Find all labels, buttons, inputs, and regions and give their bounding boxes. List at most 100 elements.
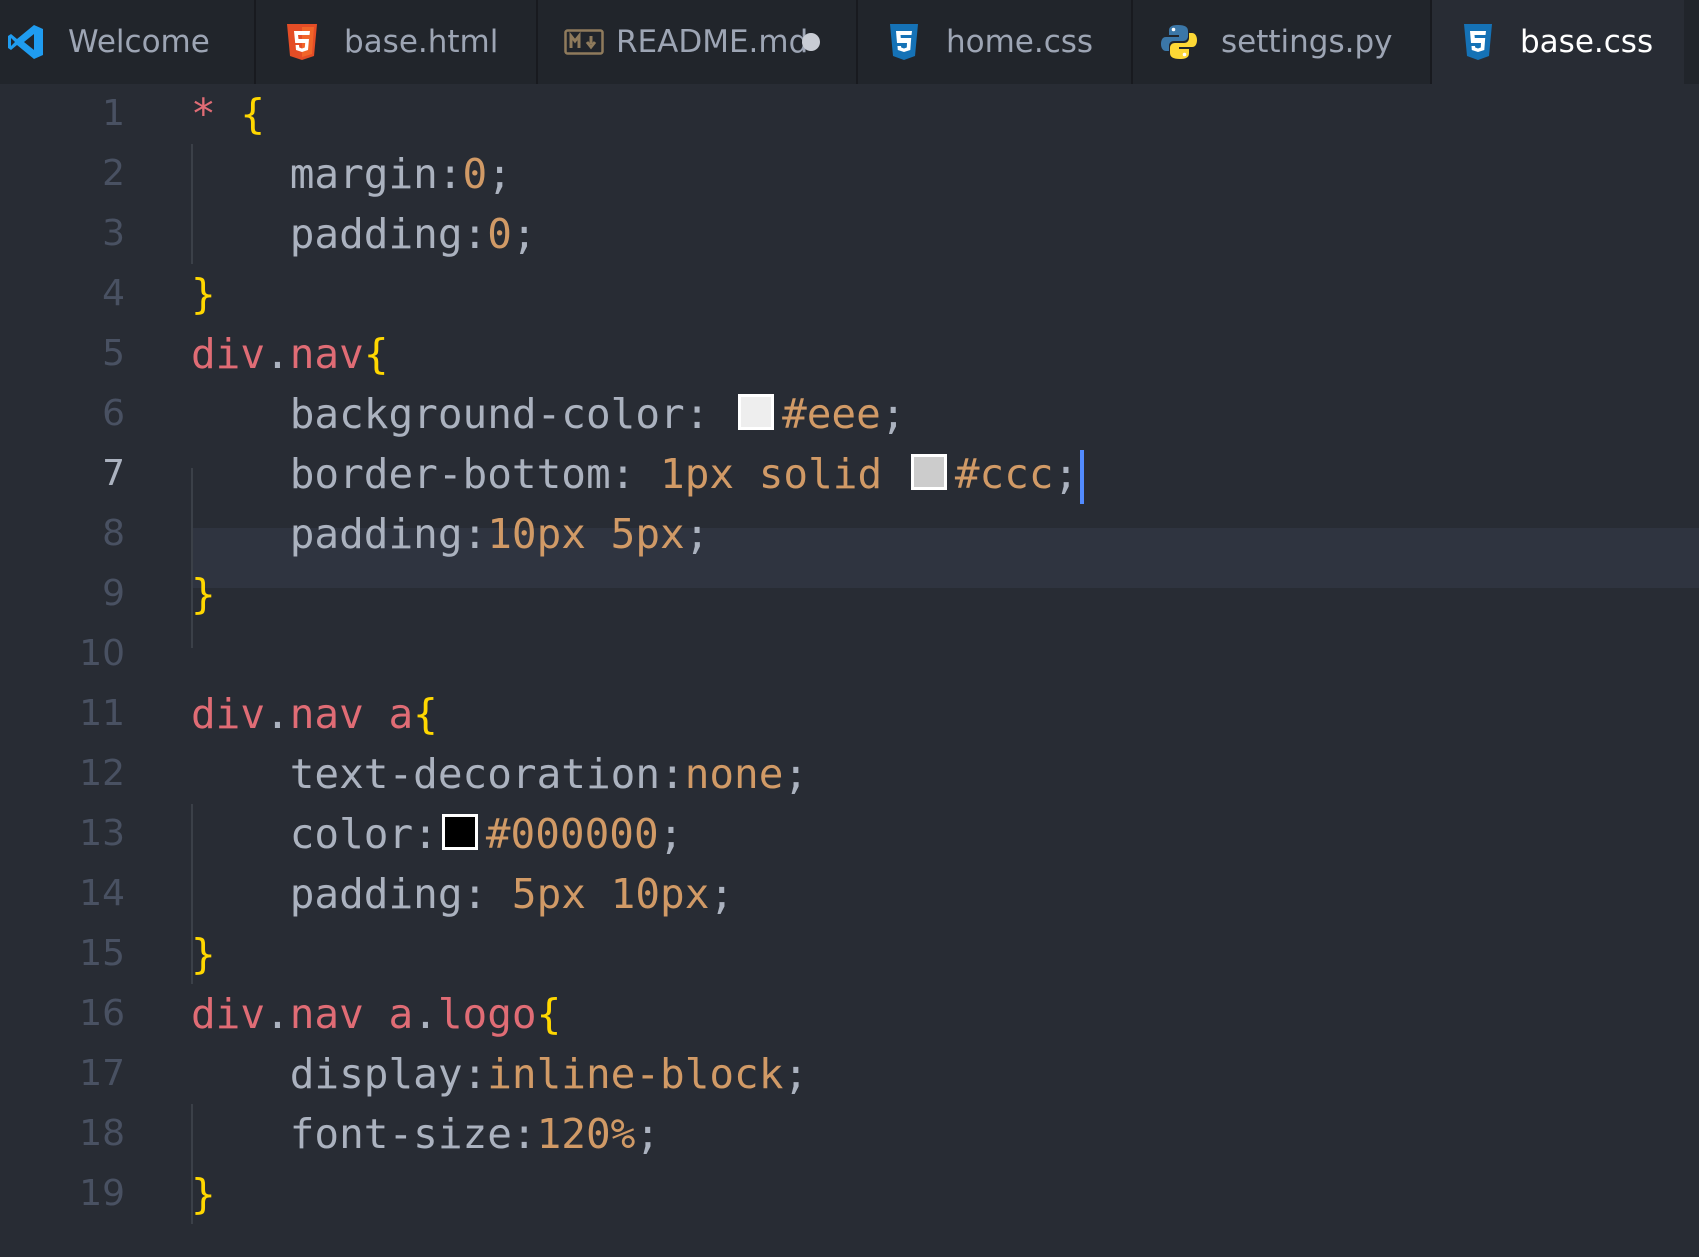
code-token: background-color [191,390,685,438]
line-number[interactable]: 1 [0,84,125,144]
line-number[interactable]: 3 [0,204,125,264]
line-number[interactable]: 5 [0,324,125,384]
code-line[interactable]: background-color: #eee; [191,384,906,444]
tab-label: Welcome [68,24,210,60]
tab-label: README.md [616,24,809,60]
code-token: none [684,750,784,798]
tab-bar: Welcome base.html README.md home.css set… [0,0,1699,84]
tab-base-html[interactable]: base.html [256,0,538,84]
color-swatch[interactable] [441,814,478,850]
code-line[interactable]: text-decoration:none; [191,744,808,804]
code-token: 0 [462,150,488,198]
code-line[interactable]: display:inline-block; [191,1044,808,1104]
line-number[interactable]: 10 [0,624,125,684]
code-line[interactable]: div.nav a.logo{ [191,984,561,1044]
line-number[interactable]: 7 [0,444,125,504]
code-line[interactable]: padding: 5px 10px; [191,864,734,924]
markdown-icon [564,22,604,62]
code-token: padding [191,210,463,258]
code-token: ; [880,390,906,438]
line-number[interactable]: 2 [0,144,125,204]
code-line[interactable]: div.nav a{ [191,684,438,744]
code-token: 0 [487,210,512,258]
color-swatch[interactable] [910,454,947,490]
line-number[interactable]: 14 [0,864,125,924]
line-number[interactable]: 16 [0,984,125,1044]
code-line[interactable]: } [191,1164,216,1224]
code-line[interactable]: div.nav{ [191,324,389,384]
text-cursor [1080,450,1085,504]
code-token: ; [511,210,537,258]
code-token: . [265,690,290,738]
line-number[interactable]: 15 [0,924,125,984]
code-token: color [191,810,414,858]
tab-readme-md[interactable]: README.md [538,0,858,84]
tab-base-css[interactable]: base.css [1432,0,1684,84]
code-token: div [191,690,266,738]
tab-settings-py[interactable]: settings.py [1133,0,1432,84]
code-token: text-decoration [191,750,660,798]
tab-label: base.html [344,24,499,60]
code-line[interactable]: font-size:120%; [191,1104,660,1164]
code-line[interactable]: } [191,264,216,324]
code-token: : [684,390,735,438]
line-number[interactable]: 4 [0,264,125,324]
css3-icon [1458,22,1498,62]
code-line[interactable]: } [191,924,216,984]
line-number[interactable]: 13 [0,804,125,864]
line-number[interactable]: 11 [0,684,125,744]
code-token: ; [658,810,684,858]
line-number[interactable]: 18 [0,1104,125,1164]
code-line[interactable]: border-bottom: 1px solid #ccc; [191,444,1085,504]
code-editor[interactable]: 1 * {2 margin:0; 3 padding:0; 4} 5 div.nav{6 … [0,84,1699,1257]
color-swatch[interactable] [738,394,775,430]
code-token: ; [709,870,735,918]
code-token: display [191,1050,463,1098]
code-line[interactable]: margin:0; [191,144,512,204]
code-token: ; [783,750,809,798]
code-token: #000000 [485,810,659,858]
line-number[interactable]: 19 [0,1164,125,1224]
vscode-icon [6,22,46,62]
python-icon [1159,22,1199,62]
code-token: . [265,330,290,378]
code-token: : [413,810,438,858]
code-token: #eee [782,390,881,438]
line-number[interactable]: 9 [0,564,125,624]
code-token: } [191,930,216,978]
code-token: . [265,990,290,1038]
code-token: 10px 5px [487,510,685,558]
code-token: ; [783,1050,809,1098]
code-token: } [191,270,216,318]
code-token: : [660,750,685,798]
code-line[interactable]: padding:0; [191,204,537,264]
code-token: : [462,510,488,558]
tab-home-css[interactable]: home.css [858,0,1133,84]
code-token: : [511,1110,537,1158]
tab-welcome[interactable]: Welcome [0,0,256,84]
code-line[interactable]: * { [191,84,265,144]
code-token: nav a [289,690,414,738]
code-token: padding [191,870,463,918]
code-line[interactable]: } [191,564,216,624]
code-line[interactable]: padding:10px 5px; [191,504,710,564]
code-token: nav a [289,990,414,1038]
tab-label: base.css [1520,24,1654,60]
code-token: * [191,90,216,138]
tab-label: settings.py [1221,24,1393,60]
unsaved-dot-icon[interactable] [802,33,820,51]
code-token: font-size [191,1110,512,1158]
line-number[interactable]: 12 [0,744,125,804]
code-token: : [462,870,512,918]
code-token: div [191,990,266,1038]
code-token: padding [191,510,463,558]
line-number[interactable]: 6 [0,384,125,444]
code-token: } [191,1170,216,1218]
code-token: ; [684,510,710,558]
code-line[interactable]: color: #000000; [191,804,684,864]
code-token: logo [437,990,537,1038]
tab-bar-empty-area[interactable] [1684,0,1699,84]
line-number[interactable]: 8 [0,504,125,564]
line-number[interactable]: 17 [0,1044,125,1104]
